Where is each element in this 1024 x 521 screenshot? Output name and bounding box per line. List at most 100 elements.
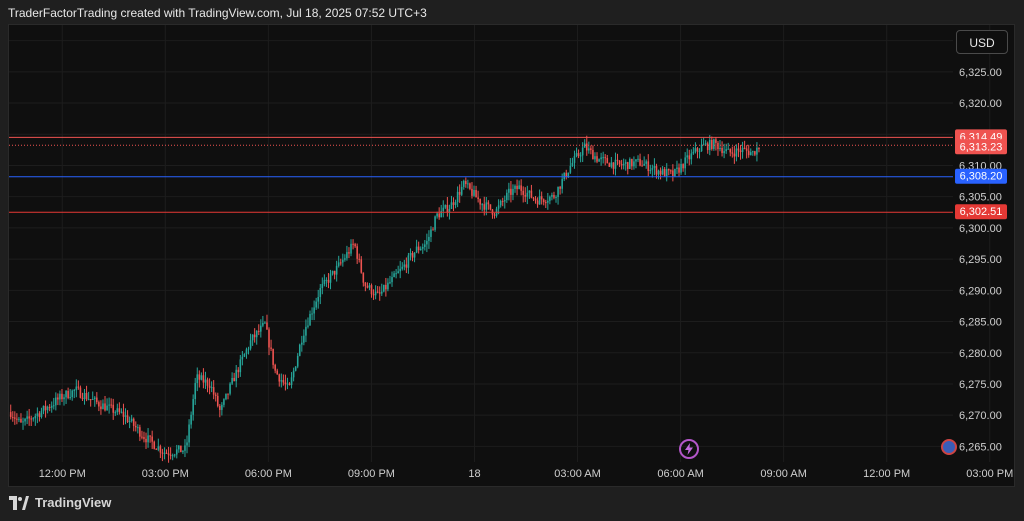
candle-body xyxy=(620,164,623,166)
candle-body xyxy=(50,405,53,408)
candle-body xyxy=(477,197,479,199)
candle-body xyxy=(225,393,227,400)
candle-body xyxy=(756,147,758,155)
candle-body xyxy=(311,313,313,315)
candle-body xyxy=(561,179,563,189)
candle-body xyxy=(481,204,484,206)
candle-body xyxy=(346,252,348,259)
us-flag-icon[interactable] xyxy=(941,439,957,455)
candle-body xyxy=(413,252,416,258)
candle-body xyxy=(278,374,281,382)
candle-body xyxy=(147,435,149,443)
candle-body xyxy=(139,427,141,437)
candle-body xyxy=(557,186,559,197)
candle-body xyxy=(749,152,752,156)
candle-body xyxy=(110,404,112,406)
candle-body xyxy=(489,204,492,210)
candle-body xyxy=(61,393,63,400)
candle-body xyxy=(229,383,231,394)
candle-body xyxy=(260,325,262,332)
candle-body xyxy=(114,412,117,414)
candle-body xyxy=(198,374,201,380)
candle-body xyxy=(251,334,254,341)
candle-body xyxy=(102,403,104,410)
candle-body xyxy=(83,392,86,400)
candle-body xyxy=(262,322,264,326)
candle-body xyxy=(397,271,399,274)
candle-body xyxy=(631,158,633,167)
candle-body xyxy=(479,198,481,205)
candle-body xyxy=(409,253,412,256)
candle-body xyxy=(325,279,328,281)
candle-body xyxy=(428,236,430,241)
x-axis-tick-label: 12:00 PM xyxy=(863,468,910,480)
candle-body xyxy=(9,412,12,418)
candle-body xyxy=(200,375,203,380)
candle-body xyxy=(120,411,123,413)
candle-body xyxy=(403,264,406,267)
candle-body xyxy=(434,216,436,230)
candle-body xyxy=(456,191,459,202)
candle-body xyxy=(692,151,695,154)
candle-body xyxy=(417,246,420,251)
candle-body xyxy=(323,279,326,285)
price-chart[interactable]: 6,330.006,325.006,320.006,315.006,310.00… xyxy=(0,0,1024,521)
candle-body xyxy=(104,403,106,411)
candle-body xyxy=(329,273,332,283)
candle-body xyxy=(124,415,127,417)
candle-body xyxy=(79,387,82,398)
candle-body xyxy=(268,329,270,348)
candle-body xyxy=(243,354,246,357)
x-axis-tick-label: 03:00 AM xyxy=(554,468,600,480)
x-axis-tick-label: 06:00 AM xyxy=(657,468,703,480)
lightning-icon[interactable] xyxy=(679,439,699,459)
candle-body xyxy=(419,248,422,251)
candle-body xyxy=(405,264,408,268)
y-axis-tick-label: 6,265.00 xyxy=(959,441,1002,453)
x-axis-tick-label: 09:00 AM xyxy=(760,468,806,480)
candle-body xyxy=(169,454,172,456)
candle-body xyxy=(704,143,707,145)
candle-body xyxy=(690,153,693,160)
candle-body xyxy=(653,165,656,169)
candle-body xyxy=(387,282,389,290)
candle-body xyxy=(713,139,715,149)
candle-body xyxy=(581,147,584,156)
candle-body xyxy=(493,214,496,216)
candle-body xyxy=(280,380,283,382)
candle-body xyxy=(284,382,287,385)
candle-body xyxy=(34,415,37,419)
y-axis-tick-label: 6,320.00 xyxy=(959,98,1002,110)
candle-body xyxy=(590,148,592,150)
y-axis-tick-label: 6,300.00 xyxy=(959,223,1002,235)
candle-body xyxy=(208,385,211,388)
candle-body xyxy=(678,167,680,173)
candle-body xyxy=(71,390,74,398)
candle-body xyxy=(542,199,545,203)
candle-body xyxy=(374,291,377,296)
candle-body xyxy=(69,397,71,399)
candle-body xyxy=(551,194,553,197)
x-axis-tick-label: 12:00 PM xyxy=(39,468,86,480)
candle-body xyxy=(612,162,615,169)
candle-body xyxy=(20,418,22,423)
x-axis-tick-label: 06:00 PM xyxy=(245,468,292,480)
candle-body xyxy=(106,405,108,411)
candle-body xyxy=(380,291,383,294)
candle-body xyxy=(303,335,305,343)
candle-body xyxy=(745,148,748,151)
candle-body xyxy=(335,265,338,275)
candle-body xyxy=(286,383,289,385)
candle-body xyxy=(608,163,611,167)
candle-body xyxy=(354,244,356,247)
candle-body xyxy=(141,436,143,438)
candle-body xyxy=(424,244,426,247)
candle-body xyxy=(87,399,90,401)
tradingview-brand[interactable]: TradingView xyxy=(9,495,111,510)
candle-body xyxy=(143,437,145,439)
currency-selector[interactable]: USD xyxy=(956,30,1008,54)
candle-body xyxy=(741,147,744,153)
candle-body xyxy=(292,370,295,378)
candle-body xyxy=(510,188,512,195)
candle-body xyxy=(212,387,215,395)
